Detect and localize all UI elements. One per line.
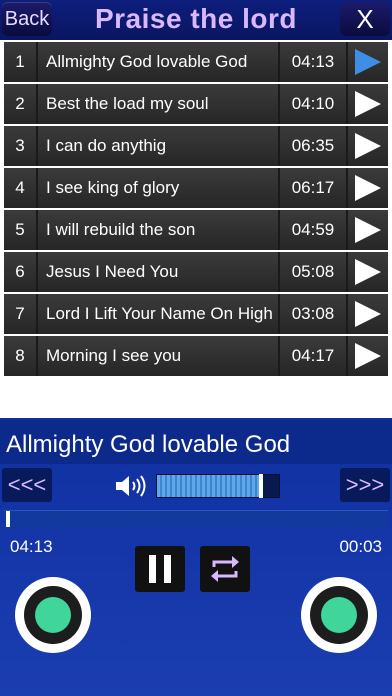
list-item[interactable]: 8 Morning I see you 04:17 — [4, 336, 388, 376]
track-duration: 05:08 — [280, 252, 348, 292]
track-number: 2 — [4, 84, 38, 124]
play-icon — [355, 343, 381, 369]
repeat-button[interactable] — [200, 546, 250, 592]
play-button[interactable] — [348, 294, 388, 334]
play-icon — [355, 175, 381, 201]
seek-thumb[interactable] — [6, 511, 10, 527]
track-name: Lord I Lift Your Name On High — [38, 294, 280, 334]
next-button[interactable]: >>> — [340, 468, 390, 502]
play-icon — [355, 301, 381, 327]
play-button[interactable] — [348, 126, 388, 166]
seek-bar[interactable] — [4, 510, 388, 527]
play-button[interactable] — [348, 42, 388, 82]
track-number: 3 — [4, 126, 38, 166]
song-list-panel: 1 Allmighty God lovable God 04:13 2 Best… — [0, 40, 392, 418]
play-button[interactable] — [348, 210, 388, 250]
track-duration: 04:59 — [280, 210, 348, 250]
track-number: 5 — [4, 210, 38, 250]
play-button[interactable] — [348, 252, 388, 292]
volume-fill — [157, 475, 261, 497]
repeat-icon — [211, 556, 239, 582]
track-name: Allmighty God lovable God — [38, 42, 280, 82]
play-icon — [355, 133, 381, 159]
list-item[interactable]: 1 Allmighty God lovable God 04:13 — [4, 42, 388, 82]
track-duration: 06:17 — [280, 168, 348, 208]
volume-thumb[interactable] — [258, 474, 263, 498]
track-number: 4 — [4, 168, 38, 208]
track-number: 6 — [4, 252, 38, 292]
volume-slider[interactable] — [156, 474, 280, 498]
page-title: Praise the lord — [94, 3, 297, 34]
play-icon — [355, 217, 381, 243]
play-icon — [355, 91, 381, 117]
play-icon — [355, 49, 381, 75]
track-duration: 03:08 — [280, 294, 348, 334]
track-name: Morning I see you — [38, 336, 280, 376]
back-button[interactable]: Back — [2, 2, 52, 36]
now-playing-title: Allmighty God lovable God — [0, 420, 392, 464]
list-item[interactable]: 6 Jesus I Need You 05:08 — [4, 252, 388, 292]
track-name: Jesus I Need You — [38, 252, 280, 292]
play-icon — [355, 259, 381, 285]
track-time-right: 00:03 — [339, 537, 382, 556]
track-name: I will rebuild the son — [38, 210, 280, 250]
playback-controls: <<< >>> — [0, 466, 392, 506]
play-button[interactable] — [348, 168, 388, 208]
knob-dot — [321, 597, 357, 633]
list-item[interactable]: 4 I see king of glory 06:17 — [4, 168, 388, 208]
track-duration: 04:13 — [280, 42, 348, 82]
close-button[interactable]: X — [340, 2, 390, 36]
pause-button[interactable] — [135, 546, 185, 592]
track-name: I see king of glory — [38, 168, 280, 208]
track-number: 7 — [4, 294, 38, 334]
track-number: 1 — [4, 42, 38, 82]
header-bar: Back Praise the lord X — [0, 0, 392, 40]
pause-icon — [149, 555, 171, 583]
left-turntable-knob[interactable] — [15, 577, 91, 653]
play-button[interactable] — [348, 336, 388, 376]
track-time-left: 04:13 — [10, 537, 53, 556]
track-duration: 04:17 — [280, 336, 348, 376]
play-button[interactable] — [348, 84, 388, 124]
list-item[interactable]: 5 I will rebuild the son 04:59 — [4, 210, 388, 250]
track-duration: 06:35 — [280, 126, 348, 166]
knob-dot — [35, 597, 71, 633]
volume-icon — [116, 475, 146, 497]
track-name: Best the load my soul — [38, 84, 280, 124]
list-item[interactable]: 3 I can do anythig 06:35 — [4, 126, 388, 166]
previous-button[interactable]: <<< — [2, 468, 52, 502]
list-item[interactable]: 2 Best the load my soul 04:10 — [4, 84, 388, 124]
track-name: I can do anythig — [38, 126, 280, 166]
list-item[interactable]: 7 Lord I Lift Your Name On High 03:08 — [4, 294, 388, 334]
track-duration: 04:10 — [280, 84, 348, 124]
track-number: 8 — [4, 336, 38, 376]
song-list[interactable]: 1 Allmighty God lovable God 04:13 2 Best… — [4, 42, 388, 382]
right-turntable-knob[interactable] — [301, 577, 377, 653]
